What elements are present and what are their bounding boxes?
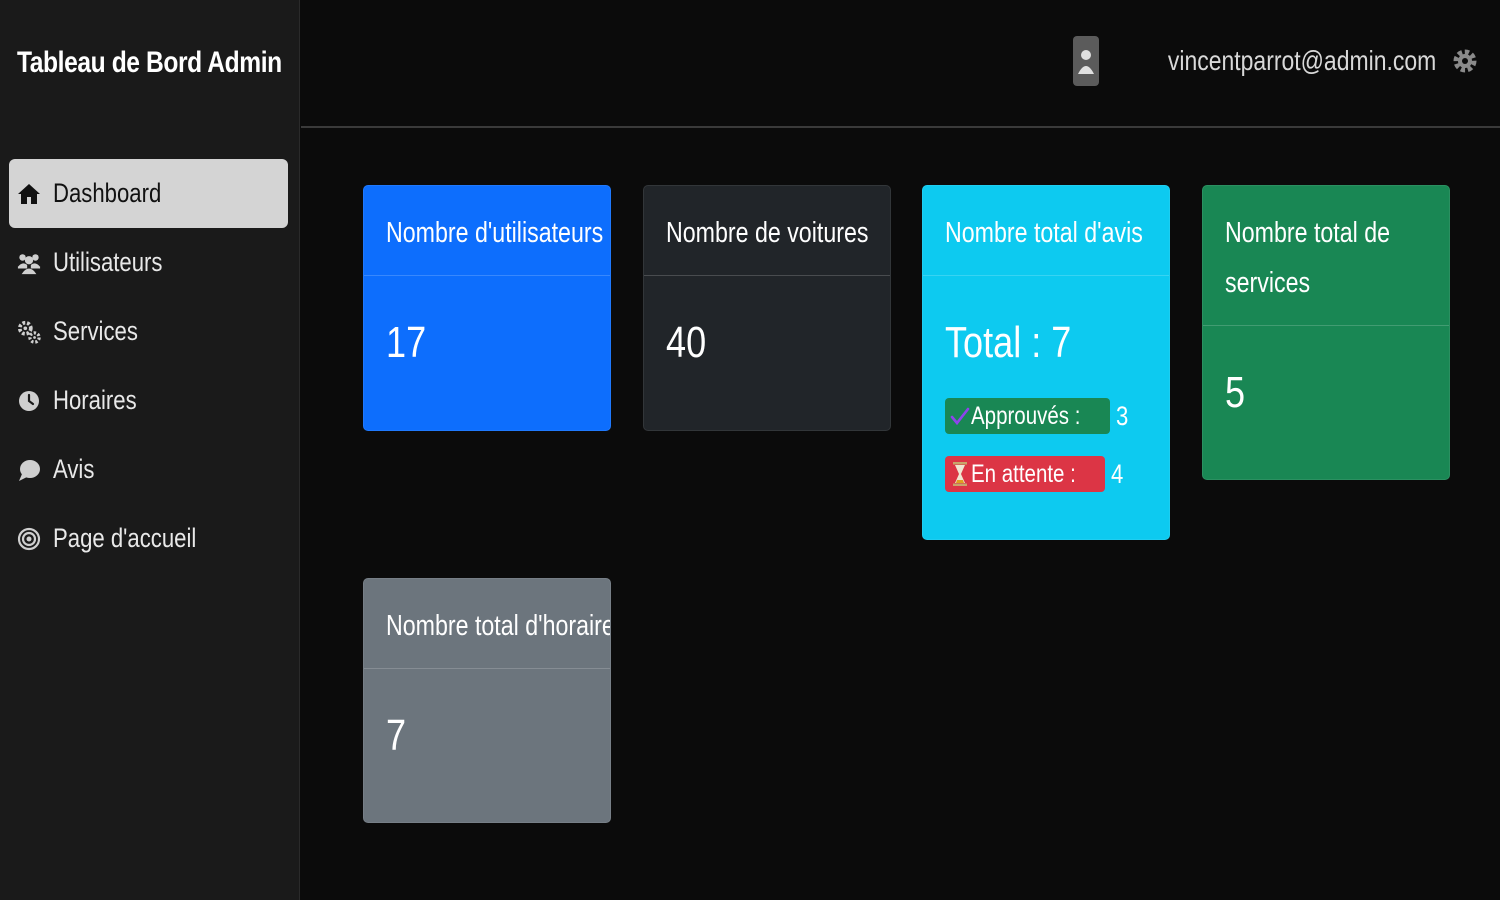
user-email: vincentparrot@admin.com	[1167, 45, 1436, 76]
card-value: 17	[386, 318, 427, 367]
sidebar-item-reviews[interactable]: Avis	[9, 435, 288, 504]
card-header: Nombre total d'horaires	[364, 579, 610, 669]
card-title: Nombre d'utilisateurs	[386, 217, 604, 249]
sidebar-item-label: Dashboard	[53, 178, 162, 208]
sidebar-item-hours[interactable]: Horaires	[9, 366, 288, 435]
clock-icon	[17, 389, 41, 413]
sidebar: Tableau de Bord Admin Dashboard Utilisat…	[0, 0, 300, 900]
card-value: 7	[386, 711, 407, 760]
pending-badge: En attente :	[945, 456, 1105, 492]
card-header: Nombre total de services	[1203, 186, 1449, 326]
services-count-card: Nombre total de services 5	[1202, 185, 1450, 480]
hours-count-card: Nombre total d'horaires 7	[363, 578, 611, 823]
sidebar-item-dashboard[interactable]: Dashboard	[9, 159, 288, 228]
sidebar-item-label: Page d'accueil	[53, 523, 197, 553]
app-title: Tableau de Bord Admin	[17, 46, 282, 79]
card-header: Nombre d'utilisateurs	[364, 186, 610, 276]
sidebar-item-label: Services	[53, 316, 138, 346]
chat-bubble-icon	[17, 458, 41, 482]
approved-row: Approuvés : 3	[945, 398, 1131, 434]
users-count-card: Nombre d'utilisateurs 17	[363, 185, 611, 431]
users-icon	[17, 251, 41, 275]
gear-icon[interactable]	[1450, 46, 1480, 76]
target-icon	[17, 527, 41, 551]
card-title-line2: services	[1225, 267, 1311, 299]
sidebar-nav: Dashboard Utilisateurs Services Horaires…	[9, 159, 288, 573]
sidebar-item-label: Avis	[53, 454, 95, 484]
sidebar-item-services[interactable]: Services	[9, 297, 288, 366]
user-menu[interactable]: vincentparrot@admin.com	[1072, 36, 1480, 86]
card-body: 17	[364, 276, 610, 430]
sidebar-item-homepage[interactable]: Page d'accueil	[9, 504, 288, 573]
pending-row: En attente : 4	[945, 456, 1126, 492]
card-title: Nombre total d'horaires	[386, 610, 611, 642]
sidebar-item-users[interactable]: Utilisateurs	[9, 228, 288, 297]
home-icon	[17, 182, 41, 206]
check-icon	[950, 407, 970, 426]
reviews-total: Total : 7	[945, 318, 1072, 367]
card-title-line1: Nombre total de	[1225, 217, 1391, 249]
card-body: Total : 7 Approuvés : 3 En attente : 4	[923, 276, 1169, 539]
hourglass-icon	[953, 462, 967, 486]
card-title: Nombre total d'avis	[945, 217, 1143, 249]
sidebar-item-label: Horaires	[53, 385, 137, 415]
sidebar-item-label: Utilisateurs	[53, 247, 163, 277]
card-header: Nombre total d'avis	[923, 186, 1169, 276]
reviews-count-card: Nombre total d'avis Total : 7 Approuvés …	[922, 185, 1170, 540]
card-value: 40	[666, 318, 707, 367]
card-title: Nombre de voitures	[666, 217, 869, 249]
approved-count: 3	[1116, 400, 1129, 431]
pending-count: 4	[1110, 458, 1124, 489]
pending-label: En attente :	[971, 459, 1076, 488]
approved-label: Approuvés :	[971, 401, 1081, 430]
user-avatar-icon	[1072, 36, 1099, 86]
approved-badge: Approuvés :	[945, 398, 1111, 434]
gears-icon	[17, 320, 41, 344]
card-body: 40	[644, 276, 890, 430]
card-body: 7	[364, 669, 610, 822]
card-body: 5	[1203, 326, 1449, 479]
card-header: Nombre de voitures	[644, 186, 890, 276]
card-value: 5	[1225, 368, 1246, 417]
cars-count-card: Nombre de voitures 40	[643, 185, 891, 431]
top-bar: vincentparrot@admin.com	[301, 0, 1500, 128]
